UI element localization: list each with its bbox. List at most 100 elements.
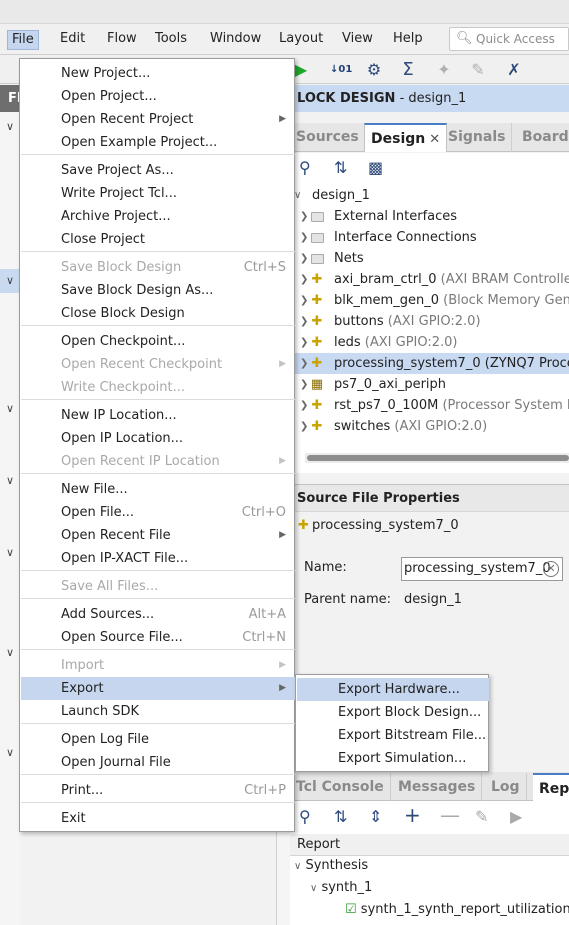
menu-item-open-journal-file[interactable]: Open Journal File	[21, 751, 295, 774]
tree-item[interactable]: ❯✚ axi_bram_ctrl_0 (AXI BRAM Controller:4	[290, 269, 569, 290]
menu-item-export-block-design[interactable]: Export Block Design...	[297, 701, 489, 724]
menu-item-import[interactable]: Import ▶	[21, 654, 295, 677]
tab-signals[interactable]: Signals	[442, 123, 513, 152]
tab-log[interactable]: Log	[485, 773, 527, 801]
menu-item-new-file[interactable]: New File...	[21, 478, 295, 501]
menu-tools[interactable]: Tools	[151, 30, 191, 50]
pen-icon[interactable]: ✎	[467, 59, 489, 81]
menu-item-export-hardware[interactable]: Export Hardware...	[297, 678, 489, 701]
menu-item-open-example-project[interactable]: Open Example Project...	[21, 131, 295, 154]
edit-icon[interactable]: ✎	[475, 807, 488, 826]
horizontal-scrollbar[interactable]	[305, 453, 569, 463]
report-file[interactable]: ☑ synth_1_synth_report_utilization_0	[345, 899, 569, 921]
search-icon[interactable]: ⚲	[299, 807, 311, 826]
report-tree-synth[interactable]: ∨ synth_1	[310, 877, 372, 899]
menu-item-close-project[interactable]: Close Project	[21, 228, 295, 251]
chevron-right-icon[interactable]: ❯	[300, 416, 308, 437]
tree-root[interactable]: ∨ design_1	[290, 185, 569, 206]
tree-item[interactable]: ❯ Nets	[290, 248, 569, 269]
collapse-all-icon[interactable]: ⇅	[334, 807, 347, 826]
menu-item-write-project-tcl[interactable]: Write Project Tcl...	[21, 182, 295, 205]
tree-item[interactable]: ❯ External Interfaces	[290, 206, 569, 227]
chevron-right-icon[interactable]: ❯	[300, 332, 308, 353]
hierarchy-icon[interactable]: ▩	[368, 158, 383, 177]
chevron-right-icon[interactable]: ❯	[300, 248, 308, 269]
menu-item-archive-project[interactable]: Archive Project...	[21, 205, 295, 228]
quick-access-input[interactable]: 🔍︎ Quick Access	[449, 27, 569, 51]
menu-item-open-log-file[interactable]: Open Log File	[21, 728, 295, 751]
collapse-all-icon[interactable]: ⇅	[334, 158, 347, 177]
tab-tcl-console[interactable]: Tcl Console	[290, 773, 391, 801]
chevron-right-icon[interactable]: ❯	[300, 311, 308, 332]
tab-board[interactable]: Board	[516, 123, 569, 152]
chevron-right-icon[interactable]: ❯	[300, 353, 308, 374]
sigma-icon[interactable]: Σ	[397, 59, 419, 81]
generate-bitstream-icon[interactable]: ↓01	[330, 59, 352, 81]
scrollbar-thumb[interactable]	[307, 455, 569, 461]
menu-item-open-source-file[interactable]: Open Source File... Ctrl+N	[21, 626, 295, 649]
menu-layout[interactable]: Layout	[275, 30, 327, 50]
menu-item-close-block-design[interactable]: Close Block Design	[21, 302, 295, 325]
menu-item-open-checkpoint[interactable]: Open Checkpoint...	[21, 330, 295, 353]
menu-item-open-file[interactable]: Open File... Ctrl+O	[21, 501, 295, 524]
chevron-down-icon[interactable]: ∨	[6, 120, 14, 133]
menu-item-export[interactable]: Export ▶	[21, 677, 295, 700]
menu-item-open-recent-checkpoint[interactable]: Open Recent Checkpoint ▶	[21, 353, 295, 376]
menu-item-export-bitstream[interactable]: Export Bitstream File...	[297, 724, 489, 747]
chevron-down-icon[interactable]: ∨	[6, 546, 14, 559]
chevron-down-icon[interactable]: ∨	[294, 185, 301, 206]
chevron-right-icon[interactable]: ❯	[300, 227, 308, 248]
chevron-down-icon[interactable]: ∨	[6, 274, 14, 287]
menu-item-new-ip-location[interactable]: New IP Location...	[21, 404, 295, 427]
tree-item[interactable]: ❯ ✚ leds (AXI GPIO:2.0)	[290, 332, 569, 353]
menu-item-open-recent-project[interactable]: Open Recent Project ▶	[21, 108, 295, 131]
chevron-right-icon[interactable]: ❯	[300, 395, 308, 416]
menu-item-new-project[interactable]: New Project...	[21, 62, 295, 85]
tab-messages[interactable]: Messages	[392, 773, 483, 801]
menu-item-print[interactable]: Print... Ctrl+P	[21, 779, 295, 802]
menu-item-save-block-design-as[interactable]: Save Block Design As...	[21, 279, 295, 302]
chevron-right-icon[interactable]: ❯	[300, 206, 308, 227]
report-tree-synthesis[interactable]: ∨ Synthesis	[294, 855, 368, 877]
tree-item[interactable]: ❯ ▦ ps7_0_axi_periph	[290, 374, 569, 395]
close-icon[interactable]: ✕	[429, 132, 440, 147]
chevron-right-icon[interactable]: ❯	[300, 290, 308, 311]
chevron-right-icon[interactable]: ❯	[300, 374, 308, 395]
tab-design[interactable]: Design ✕	[364, 123, 448, 152]
chevron-right-icon[interactable]: ❯	[300, 269, 308, 290]
search-icon[interactable]: ⚲	[299, 158, 311, 177]
menu-item-add-sources[interactable]: Add Sources... Alt+A	[21, 603, 295, 626]
tab-reports[interactable]: Repo	[533, 773, 569, 801]
chevron-down-icon[interactable]: ∨	[6, 746, 14, 759]
name-field[interactable]: processing_system7_0	[401, 557, 563, 581]
flow-nav-selected-row[interactable]: ∨	[0, 269, 20, 293]
add-icon[interactable]: +	[404, 803, 421, 827]
menu-item-open-project[interactable]: Open Project...	[21, 85, 295, 108]
menu-item-launch-sdk[interactable]: Launch SDK	[21, 700, 295, 723]
menu-item-save-project-as[interactable]: Save Project As...	[21, 159, 295, 182]
clear-icon[interactable]: ✕	[543, 561, 559, 577]
chevron-down-icon[interactable]: ∨	[6, 646, 14, 659]
menu-item-write-checkpoint[interactable]: Write Checkpoint...	[21, 376, 295, 399]
menu-file[interactable]: File	[7, 30, 39, 50]
tree-item[interactable]: ❯ Interface Connections	[290, 227, 569, 248]
tab-sources[interactable]: Sources	[290, 123, 366, 152]
tree-item[interactable]: ❯ ✚ switches (AXI GPIO:2.0)	[290, 416, 569, 437]
run-report-icon[interactable]: ▶	[510, 807, 522, 826]
menu-item-open-recent-file[interactable]: Open Recent File ▶	[21, 524, 295, 547]
menu-view[interactable]: View	[338, 30, 377, 50]
menu-help[interactable]: Help	[389, 30, 427, 50]
chevron-down-icon[interactable]: ∨	[6, 474, 14, 487]
menu-item-open-ip-xact-file[interactable]: Open IP-XACT File...	[21, 547, 295, 570]
menu-item-save-block-design[interactable]: Save Block Design Ctrl+S	[21, 256, 295, 279]
expand-all-icon[interactable]: ⇕	[369, 807, 382, 826]
chevron-down-icon[interactable]: ∨	[294, 861, 301, 872]
menu-flow[interactable]: Flow	[103, 30, 141, 50]
debug-icon[interactable]: ✗	[503, 59, 525, 81]
pin-icon[interactable]: ✦	[433, 59, 455, 81]
menu-window[interactable]: Window	[206, 30, 265, 50]
remove-icon[interactable]: —	[440, 803, 460, 827]
chevron-down-icon[interactable]: ∨	[310, 883, 317, 894]
gear-icon[interactable]: ⚙	[363, 59, 385, 81]
menu-item-open-recent-ip-location[interactable]: Open Recent IP Location ▶	[21, 450, 295, 473]
